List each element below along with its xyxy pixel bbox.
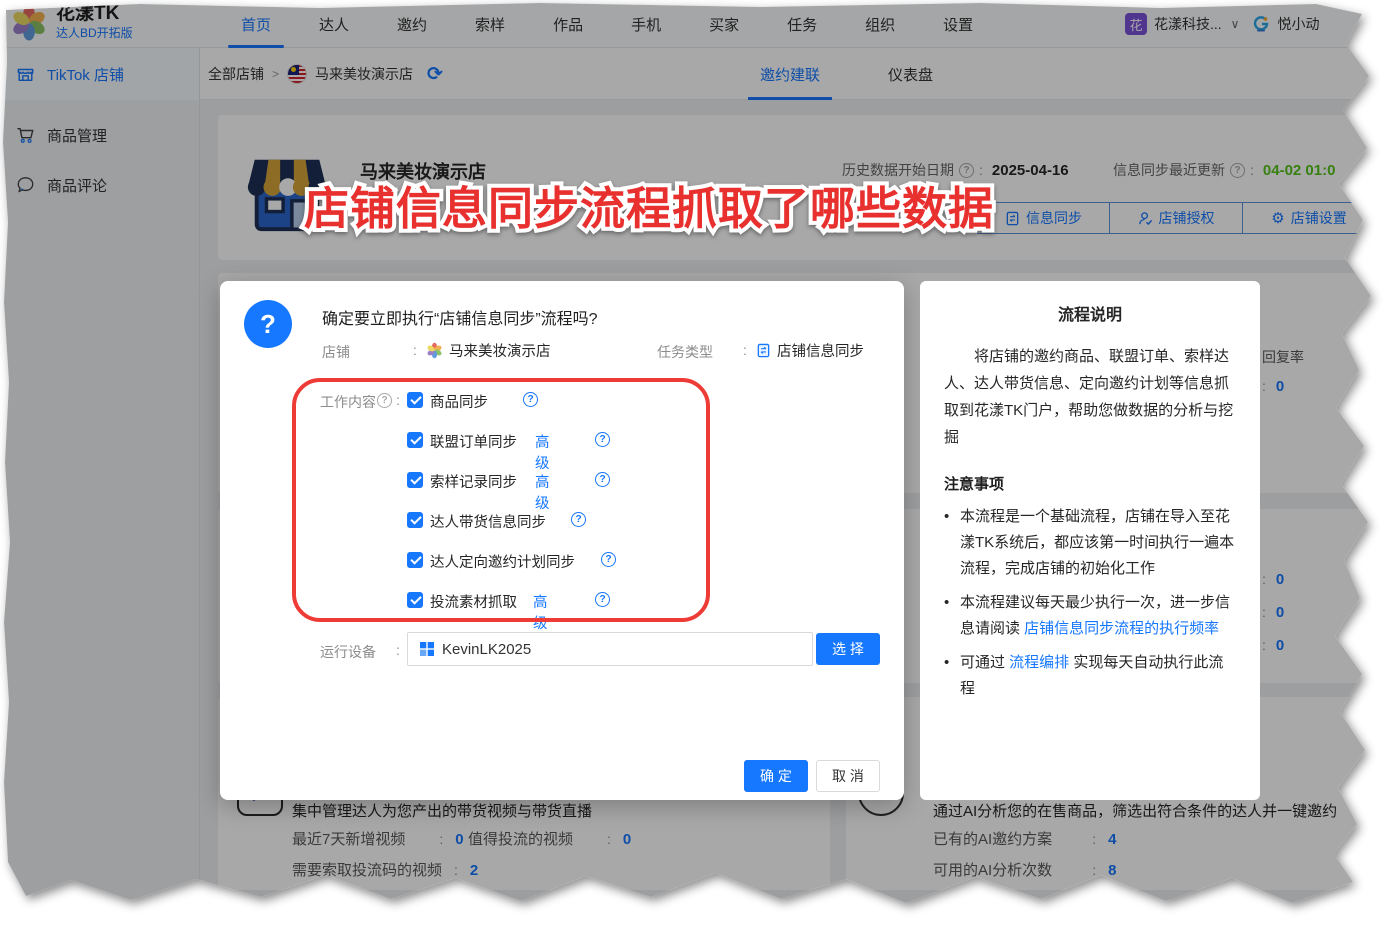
checkbox-ad-material-fetch[interactable]: [407, 592, 423, 608]
cancel-button[interactable]: 取 消: [816, 760, 880, 792]
checkbox-creator-sales-sync[interactable]: [407, 512, 423, 528]
dialog-title: 确定要立即执行“店铺信息同步”流程吗?: [322, 305, 598, 329]
notes-list: 本流程是一个基础流程，店铺在导入至花漾TK系统后，都应该第一时间执行一遍本流程，…: [944, 504, 1236, 702]
question-circle-icon: ?: [244, 300, 292, 348]
run-device-label: 运行设备: [320, 642, 376, 662]
note-item: 可通过 流程编排 实现每天自动执行此流程: [944, 650, 1236, 702]
sync-confirm-dialog: ? 确定要立即执行“店铺信息同步”流程吗? 店铺 : 马来美妆演示店 任务类型 …: [220, 281, 904, 800]
torn-edge-frame: 花漾TK 达人BD开拓版 首页 达人 邀约 索样 作品 手机 买家 任务 组织 …: [0, 0, 1391, 925]
advanced-link[interactable]: 高级: [535, 471, 550, 513]
confirm-button[interactable]: 确 定: [744, 760, 808, 792]
notes-heading: 注意事项: [944, 473, 1236, 494]
doc-sync-icon: [756, 343, 771, 358]
task-type-label: 任务类型: [657, 342, 713, 362]
shop-field-label: 店铺: [322, 342, 350, 362]
help-icon[interactable]: [571, 512, 586, 527]
checkbox-targeted-invite-plan-sync[interactable]: [407, 552, 423, 568]
checkbox-sample-record-sync[interactable]: [407, 472, 423, 488]
select-device-button[interactable]: 选 择: [816, 633, 880, 665]
windows-icon: [420, 642, 434, 656]
sync-frequency-link[interactable]: 店铺信息同步流程的执行频率: [1024, 620, 1219, 637]
help-icon[interactable]: [595, 592, 610, 607]
help-icon[interactable]: [601, 552, 616, 567]
advanced-link[interactable]: 高级: [533, 591, 548, 633]
help-icon[interactable]: [523, 392, 538, 407]
process-description-panel: 流程说明 将店铺的邀约商品、联盟订单、索样达人、达人带货信息、定向邀约计划等信息…: [920, 281, 1260, 800]
device-input-value: KevinLK2025: [442, 641, 531, 658]
advanced-link[interactable]: 高级: [535, 431, 550, 473]
flower-shop-icon: [426, 342, 443, 359]
help-icon[interactable]: [595, 432, 610, 447]
device-input[interactable]: KevinLK2025: [407, 632, 813, 666]
panel-intro: 将店铺的邀约商品、联盟订单、索样达人、达人带货信息、定向邀约计划等信息抓取到花漾…: [944, 343, 1236, 451]
help-icon[interactable]: [377, 393, 392, 408]
panel-title: 流程说明: [944, 301, 1236, 325]
help-icon[interactable]: [595, 472, 610, 487]
checkbox-alliance-order-sync[interactable]: [407, 432, 423, 448]
work-content-label: 工作内容: [320, 392, 376, 412]
task-type-value: 店铺信息同步: [756, 340, 864, 361]
note-item: 本流程是一个基础流程，店铺在导入至花漾TK系统后，都应该第一时间执行一遍本流程，…: [944, 504, 1236, 582]
workflow-orchestration-link[interactable]: 流程编排: [1009, 654, 1069, 671]
checkbox-product-sync[interactable]: [407, 392, 423, 408]
screenshot-wrapper: 花漾TK 达人BD开拓版 首页 达人 邀约 索样 作品 手机 买家 任务 组织 …: [0, 0, 1391, 925]
shop-field-value: 马来美妆演示店: [426, 340, 551, 361]
note-item: 本流程建议每天最少执行一次，进一步信息请阅读 店铺信息同步流程的执行频率: [944, 590, 1236, 642]
